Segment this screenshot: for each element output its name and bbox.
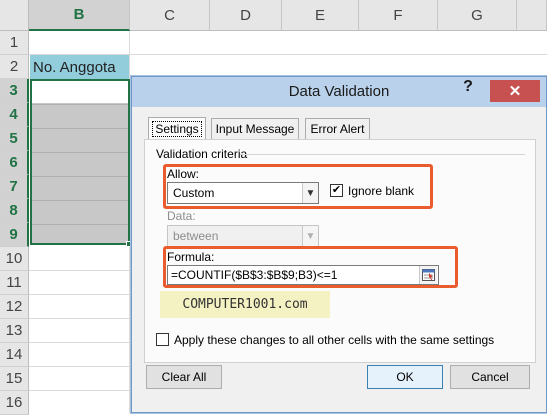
- row-header-5[interactable]: 5: [0, 127, 29, 151]
- tab-error-alert[interactable]: Error Alert: [305, 118, 370, 139]
- row-header-11[interactable]: 11: [0, 271, 29, 295]
- ok-button[interactable]: OK: [367, 365, 443, 389]
- clear-all-button[interactable]: Clear All: [146, 365, 222, 389]
- apply-all-label[interactable]: Apply these changes to all other cells w…: [174, 333, 494, 347]
- row-header-2[interactable]: 2: [0, 55, 29, 79]
- column-header-g[interactable]: G: [438, 0, 517, 31]
- select-all-corner[interactable]: [0, 0, 29, 31]
- tab-input-message[interactable]: Input Message: [211, 118, 299, 139]
- validation-criteria-label: Validation criteria: [156, 147, 248, 161]
- close-button[interactable]: ✕: [490, 80, 540, 102]
- row-header-14[interactable]: 14: [0, 343, 29, 367]
- cell-border: [32, 152, 128, 153]
- row-header-6[interactable]: 6: [0, 151, 29, 175]
- highlight-allow-box: [163, 164, 433, 209]
- cell-b2[interactable]: No. Anggota: [30, 55, 129, 79]
- group-divider: [240, 154, 525, 155]
- row-header-3[interactable]: 3: [0, 79, 29, 103]
- row-header-7[interactable]: 7: [0, 175, 29, 199]
- cell-border: [32, 176, 128, 177]
- tab-settings-label: Settings: [152, 121, 202, 137]
- tab-settings[interactable]: Settings: [148, 117, 206, 140]
- data-label: Data:: [167, 209, 196, 223]
- column-header-b[interactable]: B: [29, 0, 130, 31]
- row-header-1[interactable]: 1: [0, 31, 29, 55]
- column-header-next[interactable]: [517, 0, 547, 31]
- row-header-8[interactable]: 8: [0, 199, 29, 223]
- data-select[interactable]: between ▼: [167, 225, 319, 247]
- row-header-12[interactable]: 12: [0, 295, 29, 319]
- dialog-titlebar[interactable]: Data Validation ? ✕: [132, 77, 546, 107]
- dialog-title: Data Validation: [288, 83, 390, 100]
- row-header-4[interactable]: 4: [0, 103, 29, 127]
- column-header-e[interactable]: E: [282, 0, 359, 31]
- row-header-15[interactable]: 15: [0, 367, 29, 391]
- cell-border: [32, 104, 128, 105]
- cell-border: [32, 200, 128, 201]
- row-header-13[interactable]: 13: [0, 319, 29, 343]
- row-header-9[interactable]: 9: [0, 223, 29, 247]
- column-header-d[interactable]: D: [210, 0, 282, 31]
- data-select-value: between: [173, 229, 219, 243]
- watermark-text: COMPUTER1001.com: [160, 291, 330, 318]
- data-validation-dialog: Data Validation ? ✕ Settings Input Messa…: [131, 76, 547, 413]
- chevron-down-icon[interactable]: ▼: [302, 226, 318, 246]
- column-header-f[interactable]: F: [359, 0, 438, 31]
- row-header-16[interactable]: 16: [0, 391, 29, 415]
- column-header-c[interactable]: C: [130, 0, 210, 31]
- cell-border: [32, 224, 128, 225]
- cancel-button[interactable]: Cancel: [450, 365, 530, 389]
- cell-border: [32, 128, 128, 129]
- help-button[interactable]: ?: [460, 78, 476, 96]
- active-cell-b3[interactable]: [32, 81, 128, 103]
- apply-all-checkbox[interactable]: [156, 333, 169, 346]
- highlight-formula-box: [163, 246, 458, 288]
- selected-range-b3-b9[interactable]: [30, 79, 130, 245]
- row-header-10[interactable]: 10: [0, 247, 29, 271]
